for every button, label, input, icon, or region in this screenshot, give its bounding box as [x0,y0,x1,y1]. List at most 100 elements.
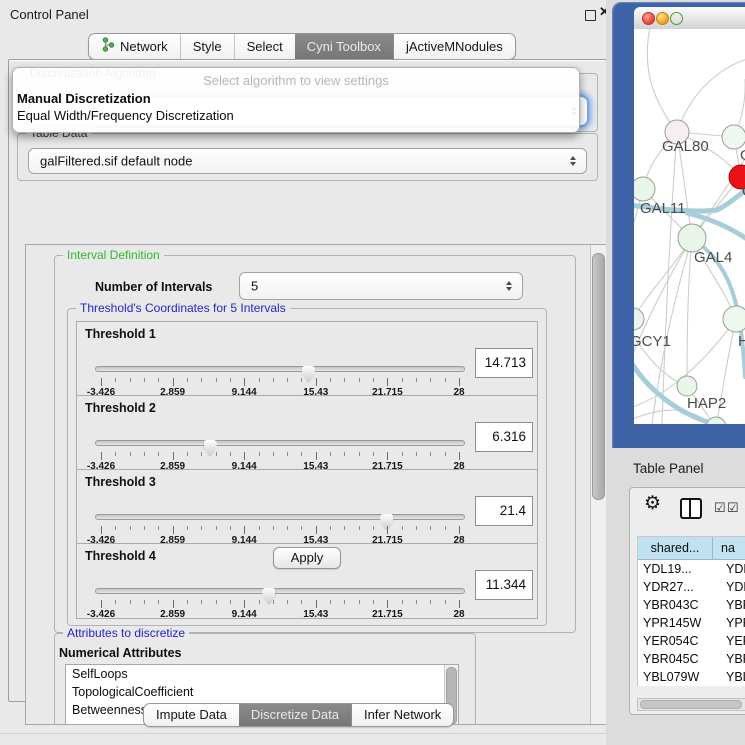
interval-definition-group: Interval Definition Number of Intervals … [54,255,576,633]
cell-shared-name[interactable]: YBL079W [638,668,717,686]
cell-shared-name[interactable]: YDR27... [638,578,717,596]
settings-vertical-scrollbar[interactable] [590,245,606,724]
column-header-name[interactable]: na [713,537,745,559]
tab-select[interactable]: Select [234,34,295,59]
gear-icon[interactable]: ⚙ [644,492,661,515]
network-window-titlebar[interactable] [634,7,745,30]
table-row[interactable]: YBR043CYBR0 [638,596,745,614]
table-row[interactable]: YDL19...YDL1 [638,560,745,578]
threshold-slider[interactable]: -3.4262.8599.14415.4321.71528 [95,360,465,394]
combo-arrows-icon [570,156,577,166]
tick-mark [144,378,145,382]
tab-impute-data[interactable]: Impute Data [144,704,239,726]
settings-scrollbar-thumb[interactable] [592,253,605,500]
zoom-traffic-light-icon[interactable] [670,12,683,25]
algorithm-option-equal-width-frequency-discretization[interactable]: Equal Width/Frequency Discretization [13,107,579,124]
table-row[interactable]: YBR045CYBR0 [638,650,745,668]
network-node-node-right-h[interactable] [723,306,745,332]
tick-mark [259,378,260,382]
column-split-icon[interactable] [680,498,702,519]
network-edge[interactable] [677,59,745,132]
threshold-value-field[interactable]: 6.316 [475,422,533,452]
tab-cyni-toolbox[interactable]: Cyni Toolbox [295,34,393,59]
tick-mark [187,378,188,382]
network-edge[interactable] [647,29,677,132]
table-row[interactable]: YBL079WYBL0 [638,668,745,686]
tick-mark [430,600,431,604]
apply-button[interactable]: Apply [273,547,341,569]
checkbox-icon[interactable]: ☑ [727,500,739,516]
network-highlighted-edge[interactable] [740,324,745,377]
threshold-slider[interactable]: -3.4262.8599.14415.4321.71528 [95,434,465,468]
tick-mark [287,526,288,530]
algorithm-placeholder-option[interactable]: Select algorithm to view settings [13,71,579,90]
network-highlighted-edge[interactable] [717,189,745,210]
tick-mark [273,452,274,456]
cell-name[interactable]: YBR0 [717,596,745,614]
network-edge[interactable] [687,238,692,386]
tick-mark [158,378,159,382]
threshold-value-field[interactable]: 21.4 [475,496,533,526]
tick-mark [301,526,302,530]
cell-shared-name[interactable]: YPR145W [638,614,717,632]
cell-shared-name[interactable]: YDL19... [638,560,717,578]
tab-discretize-data[interactable]: Discretize Data [239,704,351,726]
node-table[interactable]: shared... na YDL19...YDL1YDR27...YDR2YBR… [637,536,745,686]
cell-name[interactable]: YBR0 [717,650,745,668]
network-node-node-top-right[interactable] [722,125,745,149]
cell-shared-name[interactable]: YBR043C [638,596,717,614]
threshold-value-field[interactable]: 11.344 [475,570,533,600]
network-view-window[interactable]: GAL80GACGAL11GAL4GCY1HHAP2 [612,2,745,448]
tick-mark [430,452,431,456]
float-window-icon[interactable] [585,10,596,21]
slider-track[interactable] [95,514,465,520]
tick-mark [430,526,431,530]
threshold-value-field[interactable]: 14.713 [475,348,533,378]
cell-name[interactable]: YDL1 [717,560,745,578]
top-tab-strip: NetworkStyleSelectCyni ToolboxjActiveMNo… [88,33,516,60]
cell-name[interactable]: YBL0 [717,668,745,686]
tick-mark [459,452,460,460]
tab-style[interactable]: Style [180,34,234,59]
slider-track[interactable] [95,588,465,594]
tick-label: 21.715 [372,609,403,620]
tab-jactivemnodules[interactable]: jActiveMNodules [393,34,515,59]
tick-mark [273,378,274,382]
slider-ticks [101,377,459,386]
table-row[interactable]: YER054CYER0 [638,632,745,650]
column-header-shared-name[interactable]: shared... [638,537,713,559]
network-node-gal11[interactable] [634,177,655,201]
cell-name[interactable]: YPR1 [717,614,745,632]
attribute-item-selfloops[interactable]: SelfLoops [66,665,458,683]
tab-infer-network[interactable]: Infer Network [351,704,453,726]
network-edge[interactable] [634,238,692,319]
network-canvas[interactable]: GAL80GACGAL11GAL4GCY1HHAP2 [634,29,745,424]
tick-mark [201,378,202,382]
tab-network[interactable]: Network [89,34,180,59]
cell-name[interactable]: YDR2 [717,578,745,596]
table-row[interactable]: YDR27...YDR2 [638,578,745,596]
tick-mark [402,452,403,456]
table-horizontal-scrollbar[interactable] [637,698,745,711]
slider-track[interactable] [95,440,465,446]
checkbox-icon[interactable]: ☑ [714,500,726,516]
network-node-gcy1[interactable] [634,308,644,330]
attribute-item-topologicalcoefficient[interactable]: TopologicalCoefficient [66,683,458,701]
threshold-label: Threshold 1 [85,327,156,341]
minimize-traffic-light-icon[interactable] [656,12,669,25]
number-of-intervals-select[interactable]: 5 [239,272,523,300]
slider-track[interactable] [95,366,465,372]
table-hscrollbar-thumb[interactable] [640,700,742,709]
network-node-gal4[interactable] [678,224,706,252]
close-traffic-light-icon[interactable] [642,12,655,25]
table-row[interactable]: YPR145WYPR1 [638,614,745,632]
table-panel: ⚙ ☑ ☑ shared... na YDL19...YDL1YDR27...Y… [629,487,745,715]
cell-name[interactable]: YER0 [717,632,745,650]
cell-shared-name[interactable]: YER054C [638,632,717,650]
cell-shared-name[interactable]: YBR045C [638,650,717,668]
network-node-hap2[interactable] [677,376,697,396]
algorithm-option-manual-discretization[interactable]: Manual Discretization [13,90,579,107]
threshold-slider[interactable]: -3.4262.8599.14415.4321.71528 [95,582,465,616]
threshold-slider[interactable]: -3.4262.8599.14415.4321.71528 [95,508,465,542]
table-data-select[interactable]: galFiltered.sif default node [28,148,587,174]
